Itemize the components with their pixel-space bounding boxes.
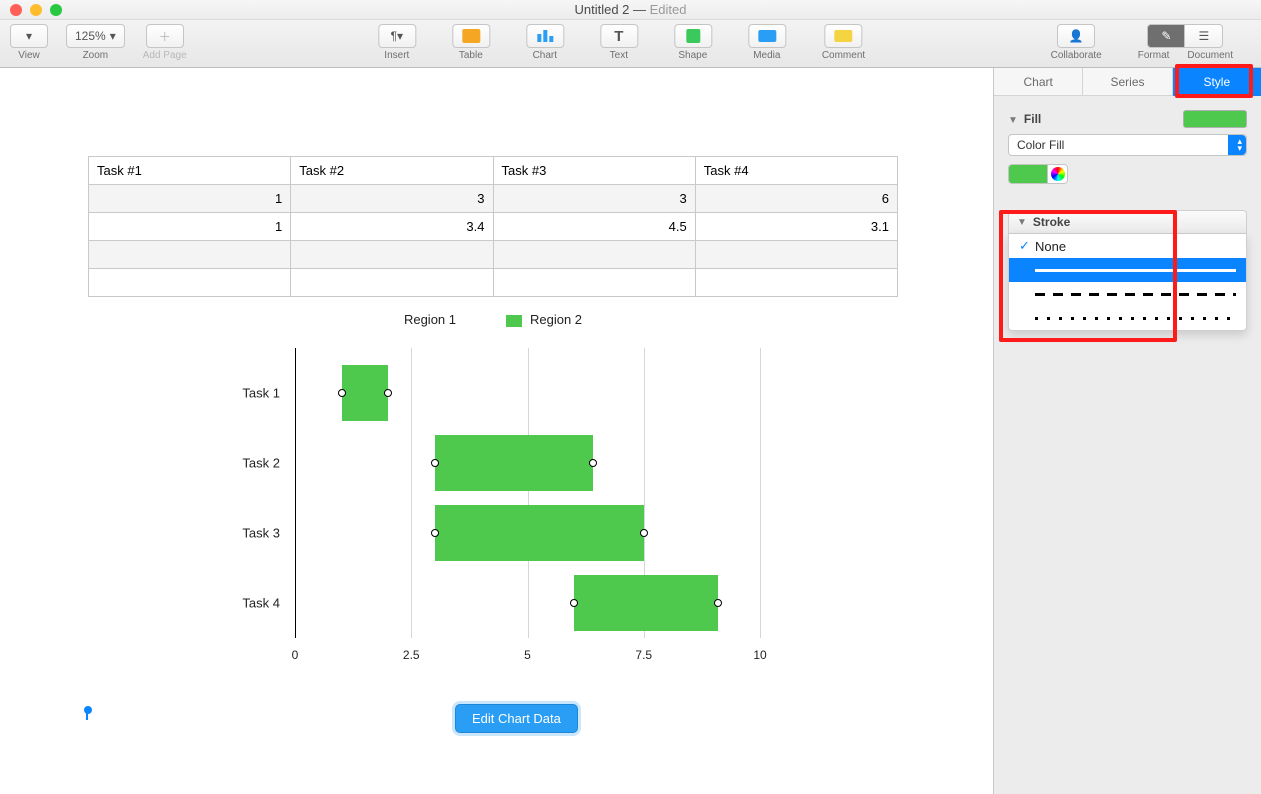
- media-icon: [758, 30, 776, 42]
- disclosure-icon: ▼: [1017, 217, 1027, 228]
- color-wheel-icon: [1051, 167, 1065, 181]
- disclosure-icon: ▼: [1008, 115, 1018, 126]
- table-header[interactable]: Task #1: [89, 157, 291, 185]
- view-button[interactable]: ▾: [10, 24, 48, 48]
- table-button[interactable]: [452, 24, 490, 48]
- stroke-option-dashed[interactable]: [1009, 282, 1246, 306]
- text-icon: T: [614, 28, 623, 45]
- insert-button[interactable]: ¶▾: [378, 24, 416, 48]
- stroke-section-header[interactable]: ▼Stroke: [1008, 210, 1247, 234]
- legend-swatch: [506, 315, 522, 327]
- collaborate-icon: 👤: [1069, 29, 1084, 43]
- gantt-chart[interactable]: 02.557.510Task 1Task 2Task 3Task 4: [220, 348, 790, 678]
- dashed-line-icon: [1035, 293, 1236, 296]
- fill-color-button[interactable]: [1008, 164, 1068, 184]
- shape-icon: [686, 29, 700, 43]
- add-page-label: Add Page: [143, 50, 187, 61]
- fill-section-header[interactable]: ▼Fill: [1008, 110, 1247, 128]
- fill-type-select[interactable]: Color Fill▴▾: [1008, 134, 1247, 156]
- stroke-option-dotted[interactable]: [1009, 306, 1246, 330]
- comment-icon: [834, 30, 852, 42]
- checkmark-icon: ✓: [1019, 238, 1029, 254]
- comment-button[interactable]: [824, 24, 862, 48]
- table-header[interactable]: Task #2: [291, 157, 493, 185]
- text-button[interactable]: T: [600, 24, 638, 48]
- zoom-label: Zoom: [83, 50, 109, 61]
- edit-chart-data-button[interactable]: Edit Chart Data: [455, 704, 578, 733]
- title-bar: Untitled 2 — Edited: [0, 0, 1261, 20]
- media-button[interactable]: [748, 24, 786, 48]
- table-icon: [462, 29, 480, 43]
- format-inspector: Chart Series Style ▼Fill Color Fill▴▾ ▼S…: [993, 68, 1261, 794]
- document-icon: ☰: [1198, 29, 1209, 43]
- toolbar: ▾ View 125%▾ Zoom ＋ Add Page ¶▾Insert Ta…: [0, 20, 1261, 68]
- table-header[interactable]: Task #4: [695, 157, 897, 185]
- solid-line-icon: [1035, 269, 1236, 272]
- tab-style[interactable]: Style: [1173, 68, 1261, 96]
- zoom-select[interactable]: 125%▾: [66, 24, 125, 48]
- document-toggle[interactable]: ☰: [1185, 24, 1223, 48]
- stroke-option-solid[interactable]: [1009, 258, 1246, 282]
- tab-chart[interactable]: Chart: [994, 68, 1083, 96]
- shape-button[interactable]: [674, 24, 712, 48]
- data-table[interactable]: Task #1 Task #2 Task #3 Task #4 1336 13.…: [88, 156, 898, 297]
- tab-series[interactable]: Series: [1083, 68, 1172, 96]
- chart-legend: Region 1 Region 2: [88, 312, 898, 327]
- stroke-style-menu[interactable]: ✓None: [1008, 234, 1247, 331]
- format-icon: ✎: [1161, 29, 1171, 43]
- chart-button[interactable]: [526, 24, 564, 48]
- view-label: View: [18, 50, 40, 61]
- window-title: Untitled 2 — Edited: [0, 2, 1261, 17]
- stroke-option-none[interactable]: ✓None: [1009, 234, 1246, 258]
- table-header[interactable]: Task #3: [493, 157, 695, 185]
- dotted-line-icon: [1035, 317, 1236, 320]
- collaborate-button[interactable]: 👤: [1057, 24, 1095, 48]
- chart-icon: [537, 30, 553, 42]
- ruler-pin-icon[interactable]: [85, 706, 92, 720]
- fill-preview-swatch: [1183, 110, 1247, 128]
- document-canvas[interactable]: Task #1 Task #2 Task #3 Task #4 1336 13.…: [0, 68, 993, 794]
- format-toggle[interactable]: ✎: [1147, 24, 1185, 48]
- add-page-button: ＋: [146, 24, 184, 48]
